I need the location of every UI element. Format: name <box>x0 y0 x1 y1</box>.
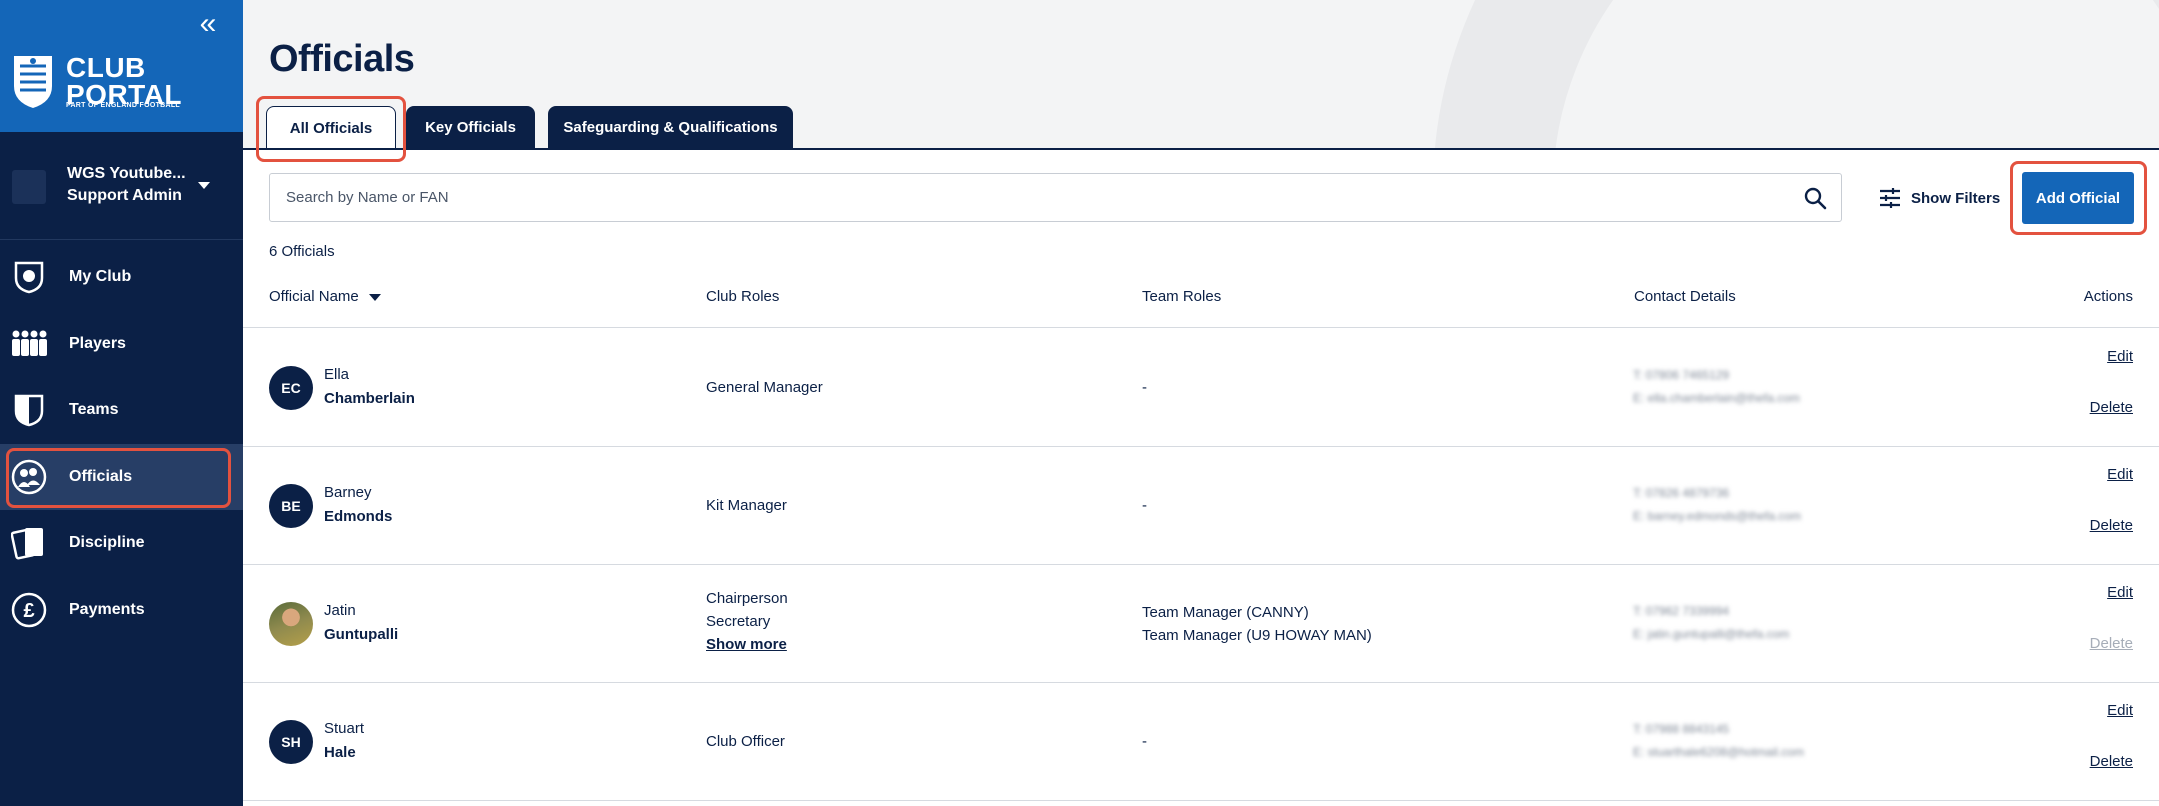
contact-details: T: 07826 4879736 E: barney.edmonds@thefa.… <box>1633 486 1802 523</box>
edit-link[interactable]: Edit <box>2107 584 2133 601</box>
official-last-name: Chamberlain <box>324 390 415 407</box>
team-role: - <box>1142 733 1147 750</box>
avatar: SH <box>269 720 313 764</box>
sidebar-nav: My Club Players Teams Officials Discipli… <box>0 244 243 643</box>
user-role: Support Admin <box>67 187 182 204</box>
sidebar-item-discipline[interactable]: Discipline <box>0 510 243 577</box>
official-last-name: Guntupalli <box>324 626 399 643</box>
highlight-outline <box>6 448 231 508</box>
search-box <box>269 173 1842 222</box>
user-avatar <box>12 170 46 204</box>
team-role: - <box>1142 379 1147 396</box>
column-header-official-name[interactable]: Official Name <box>269 288 381 305</box>
club-roles: Chairperson Secretary Show more <box>706 587 788 656</box>
team-role: - <box>1142 497 1147 514</box>
sidebar: « CLUB PORTAL PART OF ENGLAND FOOTBALL W… <box>0 0 243 806</box>
brand-title: CLUB PORTAL <box>66 52 183 110</box>
column-header-club-roles: Club Roles <box>706 288 780 305</box>
column-header-team-roles: Team Roles <box>1142 288 1222 305</box>
avatar-photo <box>269 602 313 646</box>
official-first-name: Stuart <box>324 720 365 737</box>
official-first-name: Barney <box>324 484 372 501</box>
table-header: Official Name Club Roles Team Roles Cont… <box>243 282 2159 328</box>
sidebar-item-players[interactable]: Players <box>0 311 243 378</box>
delete-link[interactable]: Delete <box>2090 753 2133 770</box>
official-last-name: Edmonds <box>324 508 393 525</box>
club-role: Kit Manager <box>706 497 787 514</box>
chevron-down-icon[interactable] <box>198 182 210 189</box>
collapse-sidebar-icon[interactable]: « <box>194 9 222 40</box>
avatar: EC <box>269 366 313 410</box>
edit-link[interactable]: Edit <box>2107 702 2133 719</box>
divider <box>243 148 2159 150</box>
players-icon <box>10 325 48 363</box>
column-header-actions: Actions <box>2083 288 2133 305</box>
club-role: Club Officer <box>706 733 785 750</box>
team-roles: Team Manager (CANNY) Team Manager (U9 HO… <box>1142 604 1372 644</box>
officials-count: 6 Officials <box>269 243 335 260</box>
sidebar-item-teams[interactable]: Teams <box>0 377 243 444</box>
contact-details: T: 07806 7465129 E: ella.chamberlain@thef… <box>1633 368 1800 405</box>
sidebar-item-my-club[interactable]: My Club <box>0 244 243 311</box>
table-row: BE Barney Edmonds Kit Manager - T: 07826… <box>243 447 2159 565</box>
tab-key-officials[interactable]: Key Officials <box>406 106 535 149</box>
main-content: Officials All Officials Key Officials Sa… <box>243 0 2159 806</box>
delete-link-disabled: Delete <box>2089 635 2133 652</box>
user-name: WGS Youtube... <box>67 165 186 182</box>
avatar: BE <box>269 484 313 528</box>
header-decoration <box>1433 0 2159 149</box>
sliders-icon <box>1880 188 1900 208</box>
contact-details: T: 07988 8843145 E: stuarthale6208@hotmai… <box>1633 722 1804 759</box>
official-first-name: Ella <box>324 366 350 383</box>
sidebar-item-label: My Club <box>69 268 132 286</box>
user-switcher[interactable]: WGS Youtube... Support Admin <box>0 132 243 240</box>
sort-down-icon[interactable] <box>368 293 381 301</box>
svg-text:£: £ <box>23 600 34 622</box>
official-last-name: Hale <box>324 744 356 761</box>
highlight-outline <box>256 96 406 162</box>
tab-safeguarding-qualifications[interactable]: Safeguarding & Qualifications <box>548 106 793 149</box>
fa-crest-logo <box>14 56 52 108</box>
table-row: Jatin Guntupalli Chairperson Secretary S… <box>243 565 2159 683</box>
table-row: SH Stuart Hale Club Officer - T: 07988 8… <box>243 683 2159 801</box>
sidebar-item-label: Players <box>69 334 126 352</box>
contact-details: T: 07962 7339994 E: jatin.guntupalli@thef… <box>1633 604 1790 641</box>
sidebar-item-label: Payments <box>69 600 145 618</box>
brand-header: « CLUB PORTAL PART OF ENGLAND FOOTBALL <box>0 0 243 132</box>
official-first-name: Jatin <box>324 602 356 619</box>
sidebar-item-label: Teams <box>69 401 119 419</box>
table-row: EC Ella Chamberlain General Manager - T:… <box>243 329 2159 447</box>
column-header-contact-details: Contact Details <box>1634 288 1736 305</box>
show-filters-label: Show Filters <box>1911 189 2001 207</box>
search-input[interactable] <box>286 174 1766 221</box>
edit-link[interactable]: Edit <box>2107 348 2133 365</box>
pound-icon: £ <box>10 591 48 629</box>
cards-icon <box>10 524 48 562</box>
search-icon[interactable] <box>1803 186 1827 210</box>
edit-link[interactable]: Edit <box>2107 466 2133 483</box>
club-role: General Manager <box>706 379 823 396</box>
brand-subtitle: PART OF ENGLAND FOOTBALL <box>66 102 181 109</box>
delete-link[interactable]: Delete <box>2090 399 2133 416</box>
highlight-outline <box>2010 161 2147 235</box>
shield-icon <box>10 391 48 429</box>
delete-link[interactable]: Delete <box>2090 517 2133 534</box>
show-more-link[interactable]: Show more <box>706 633 788 656</box>
show-filters-button[interactable]: Show Filters <box>1879 184 2000 212</box>
sidebar-item-label: Discipline <box>69 534 145 552</box>
sidebar-item-payments[interactable]: £ Payments <box>0 577 243 644</box>
club-crest-icon <box>10 258 48 296</box>
page-title: Officials <box>269 38 415 80</box>
